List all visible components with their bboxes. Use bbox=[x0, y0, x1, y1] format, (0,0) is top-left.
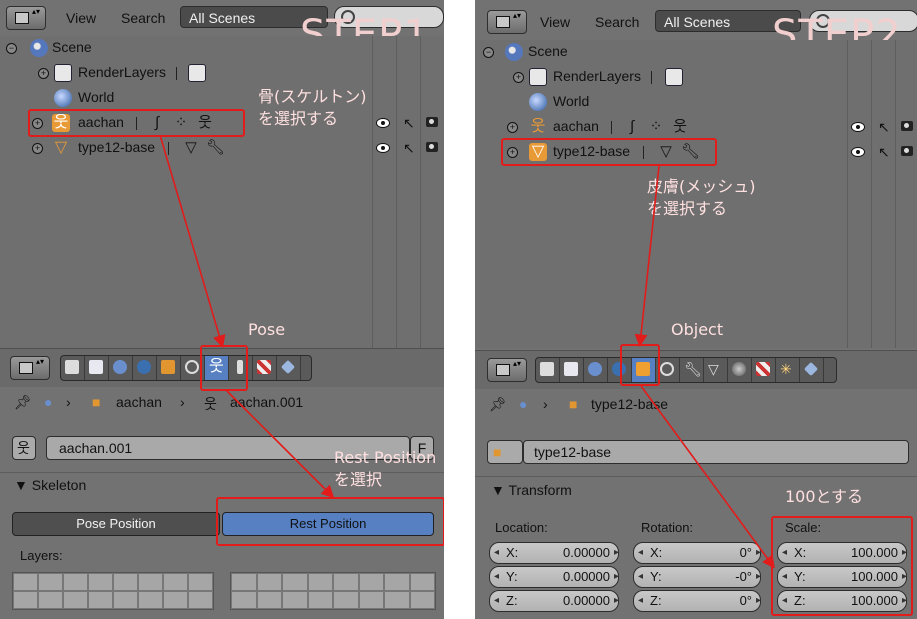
arrow-to-rest-position bbox=[225, 389, 335, 499]
annotation-arrows bbox=[159, 134, 335, 499]
arrow-to-scale bbox=[640, 385, 775, 569]
annotation-arrows bbox=[634, 165, 775, 569]
arrow-to-pose-tab bbox=[159, 134, 226, 349]
step1-panel: View Search All Scenes STEP1 − Scene + R… bbox=[0, 0, 444, 619]
step2-panel: View Search All Scenes STEP2 − Scene + R… bbox=[475, 0, 917, 619]
arrow-to-object-tab bbox=[634, 165, 660, 348]
